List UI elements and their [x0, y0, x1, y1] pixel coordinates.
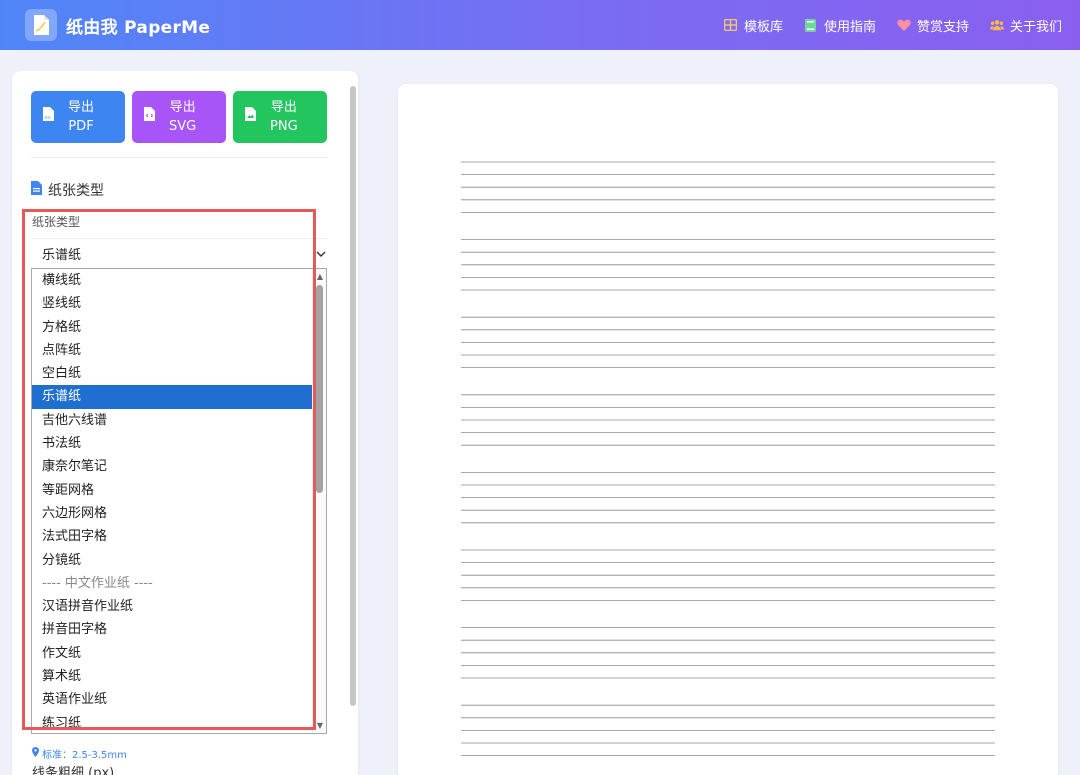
paper-preview: [398, 84, 1058, 775]
dropdown-option[interactable]: 等距网格: [32, 479, 312, 502]
pin-icon: [32, 747, 39, 760]
book-icon: [804, 18, 818, 32]
standard-hint: 标准：2.5-3.5mm: [32, 746, 127, 761]
top-nav: 模板库 使用指南 赞赏支持 关于我们: [724, 16, 1062, 35]
dropdown-option[interactable]: 横线纸: [32, 269, 312, 292]
dropdown-group-label: ---- 中文作业纸 ----: [42, 575, 153, 591]
grid-icon: [724, 18, 738, 32]
dropdown-option[interactable]: 方格纸: [32, 316, 312, 339]
export-pdf-line2: PDF: [68, 119, 94, 134]
dropdown-option[interactable]: 吉他六线谱: [32, 409, 312, 432]
dropdown-option[interactable]: 分镜纸: [32, 549, 312, 572]
staff-paper-canvas: [461, 161, 995, 756]
nav-about[interactable]: 关于我们: [989, 16, 1062, 35]
app-title[interactable]: 纸由我 PaperMe: [66, 13, 210, 38]
panel-scrollbar[interactable]: [350, 86, 356, 706]
svg-text:PDF: PDF: [45, 116, 51, 120]
pdf-file-icon: PDF: [43, 107, 54, 127]
export-pdf-button[interactable]: PDF 导出 PDF: [31, 91, 125, 143]
app-header: 纸由我 PaperMe 模板库 使用指南 赞赏支持 关于我们: [0, 0, 1080, 50]
document-icon: [31, 181, 42, 199]
paper-type-select[interactable]: 乐谱纸: [32, 238, 328, 268]
dropdown-scrollbar[interactable]: ▲ ▼: [312, 269, 326, 733]
image-file-icon: [245, 107, 256, 127]
export-svg-line1: 导出: [169, 100, 196, 115]
export-png-button[interactable]: 导出 PNG: [233, 91, 327, 143]
users-icon: [989, 18, 1004, 32]
dropdown-options: 横线纸 竖线纸 方格纸 点阵纸 空白纸 乐谱纸 吉他六线谱 书法纸 康奈尔笔记 等距网格 六边形网格…: [32, 269, 326, 733]
dropdown-option[interactable]: 乐谱纸: [32, 385, 312, 409]
chevron-down-icon: [316, 247, 326, 262]
paper-type-dropdown[interactable]: 横线纸 竖线纸 方格纸 点阵纸 空白纸 乐谱纸 吉他六线谱 书法纸 康奈尔笔记 等距网格 六边形网格…: [31, 268, 327, 734]
line-weight-label: 线条粗细 (px): [32, 766, 115, 775]
nav-guide[interactable]: 使用指南: [804, 16, 876, 35]
select-value: 乐谱纸: [42, 248, 82, 263]
scroll-down-icon[interactable]: ▼: [317, 721, 323, 730]
export-svg-line2: SVG: [169, 119, 197, 134]
dropdown-option[interactable]: 算术纸: [32, 665, 312, 688]
section-title-text: 纸张类型: [48, 183, 104, 199]
dropdown-scroll-thumb[interactable]: [316, 285, 323, 493]
dropdown-option[interactable]: 点阵纸: [32, 339, 312, 362]
code-file-icon: [144, 107, 155, 127]
nav-label: 关于我们: [1009, 19, 1062, 35]
paper-type-label: 纸张类型: [32, 215, 81, 229]
export-svg-button[interactable]: 导出 SVG: [132, 91, 226, 143]
divider: [31, 157, 328, 158]
standard-hint-text: 标准：2.5-3.5mm: [42, 750, 127, 761]
scroll-up-icon[interactable]: ▲: [317, 272, 323, 281]
dropdown-option[interactable]: 法式田字格: [32, 525, 312, 548]
export-buttons: PDF 导出 PDF 导出 SVG 导出 PNG: [31, 91, 327, 143]
dropdown-option[interactable]: 竖线纸: [32, 292, 312, 315]
nav-donate[interactable]: 赞赏支持: [897, 16, 969, 35]
heart-icon: [897, 18, 911, 32]
dropdown-option[interactable]: 空白纸: [32, 362, 312, 385]
dropdown-option[interactable]: 书法纸: [32, 432, 312, 455]
dropdown-option[interactable]: 拼音田字格: [32, 618, 312, 641]
export-png-line1: 导出: [270, 100, 297, 115]
dropdown-option[interactable]: 英语作业纸: [32, 688, 312, 711]
nav-label: 赞赏支持: [916, 19, 969, 35]
nav-label: 使用指南: [823, 19, 876, 35]
dropdown-option[interactable]: 汉语拼音作业纸: [32, 595, 312, 618]
export-pdf-line1: 导出: [68, 100, 95, 115]
dropdown-option[interactable]: 六边形网格: [32, 502, 312, 525]
export-png-line2: PNG: [270, 119, 298, 134]
logo-icon[interactable]: [25, 9, 57, 41]
dropdown-option[interactable]: 作文纸: [32, 642, 312, 665]
nav-label: 模板库: [743, 19, 783, 35]
section-title-paper-type: 纸张类型: [31, 180, 104, 200]
dropdown-option[interactable]: 练习纸: [32, 712, 312, 733]
dropdown-option[interactable]: 康奈尔笔记: [32, 455, 312, 478]
nav-templates[interactable]: 模板库: [724, 16, 783, 35]
